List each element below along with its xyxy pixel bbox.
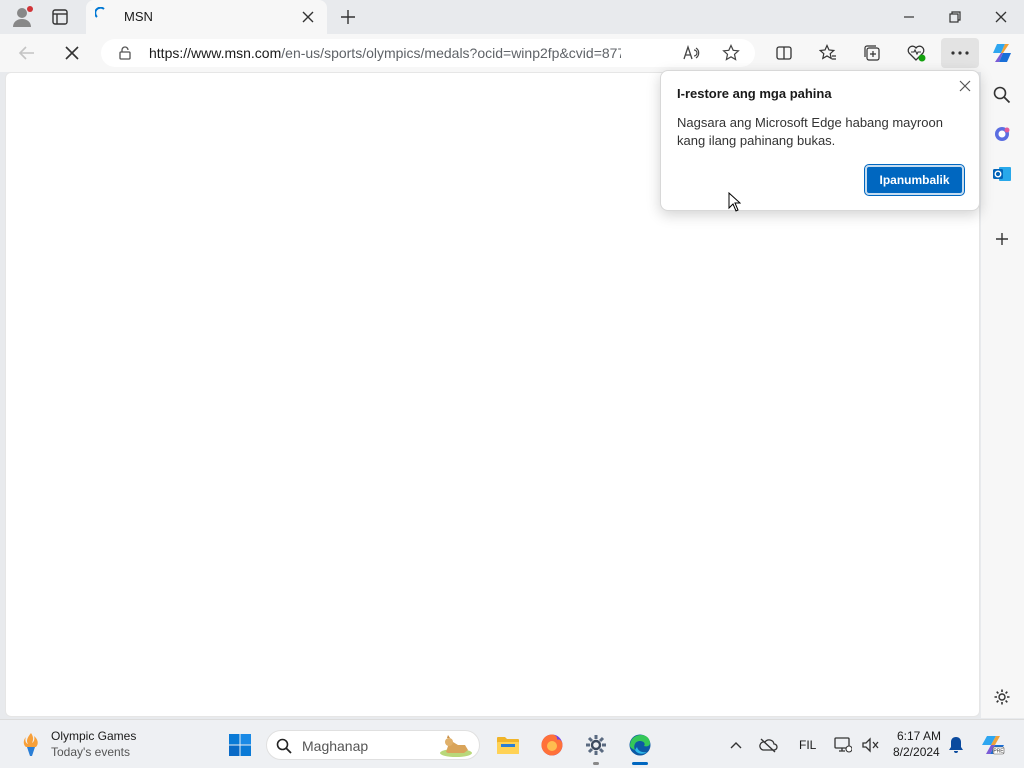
dialog-title: I-restore ang mga pahina: [677, 86, 832, 101]
widget-title: Olympic Games: [51, 729, 137, 743]
collections-icon[interactable]: [860, 41, 884, 65]
language-indicator[interactable]: FIL: [799, 738, 816, 752]
clock-date[interactable]: 8/2/2024: [893, 745, 940, 759]
firefox-icon[interactable]: [538, 731, 566, 759]
clock-time[interactable]: 6:17 AM: [897, 729, 941, 743]
tab-close-icon[interactable]: [300, 9, 316, 25]
sidebar-settings-icon[interactable]: [991, 686, 1013, 708]
url-text: https://www.msn.com/en-us/sports/olympic…: [149, 45, 621, 61]
dialog-message: Nagsara ang Microsoft Edge habang mayroo…: [677, 115, 943, 148]
volume-muted-icon[interactable]: [859, 734, 881, 756]
back-icon[interactable]: [14, 41, 40, 65]
tab-bar: MSN: [0, 0, 1024, 34]
favorites-icon[interactable]: [816, 41, 840, 65]
toolbar: https://www.msn.com/en-us/sports/olympic…: [0, 34, 1024, 72]
add-sidebar-app-icon[interactable]: [991, 228, 1013, 250]
notification-bell-icon[interactable]: [946, 734, 966, 756]
mouse-cursor-icon: [727, 191, 741, 213]
file-explorer-icon[interactable]: [494, 731, 522, 759]
start-icon[interactable]: [226, 731, 254, 759]
search-placeholder: Maghanap: [302, 738, 369, 754]
site-info-icon[interactable]: [117, 45, 133, 61]
taskbar-search-icon: [275, 737, 293, 755]
copilot-icon[interactable]: [988, 40, 1016, 66]
outlook-icon[interactable]: [991, 163, 1013, 185]
new-tab-icon[interactable]: [336, 5, 360, 29]
copilot-taskbar-icon[interactable]: PRE: [979, 732, 1007, 758]
close-window-icon[interactable]: [987, 5, 1015, 29]
url-path: /en-us/sports/olympics/medals?ocid=winp2…: [281, 45, 621, 61]
split-screen-icon[interactable]: [772, 41, 796, 65]
tab-actions-icon[interactable]: [48, 5, 72, 29]
edge-active-indicator: [632, 762, 648, 765]
more-options-icon[interactable]: [941, 38, 979, 68]
restore-icon[interactable]: [941, 5, 969, 29]
url-host: https://www.msn.com: [149, 45, 282, 61]
search-highlight-icon: [437, 733, 475, 759]
network-icon[interactable]: [832, 734, 854, 756]
address-bar[interactable]: https://www.msn.com/en-us/sports/olympic…: [101, 39, 755, 67]
favorite-star-icon[interactable]: [721, 43, 741, 63]
read-aloud-icon[interactable]: [681, 43, 701, 63]
tab-title: MSN: [124, 9, 153, 24]
weather-widget[interactable]: Olympic Games Today's events: [18, 726, 158, 762]
dialog-close-icon[interactable]: [955, 76, 975, 96]
restore-button[interactable]: Ipanumbalik: [864, 164, 965, 196]
stop-loading-icon[interactable]: [59, 41, 85, 65]
edge-icon[interactable]: [626, 731, 654, 759]
copilot-sidebar-icon[interactable]: [991, 123, 1013, 145]
svg-text:PRE: PRE: [993, 749, 1004, 755]
widget-subtitle: Today's events: [51, 745, 131, 759]
show-hidden-icons-chevron-icon[interactable]: [726, 735, 746, 755]
profile-icon[interactable]: [9, 5, 35, 29]
olympic-torch-icon: [18, 730, 44, 758]
settings-app-icon[interactable]: [582, 731, 610, 759]
settings-running-indicator: [593, 762, 599, 765]
edge-sidebar: [981, 72, 1024, 718]
tab-msn[interactable]: MSN: [86, 0, 327, 34]
browser-essentials-icon[interactable]: [904, 41, 928, 65]
tab-loading-icon: [94, 6, 108, 20]
taskbar: Olympic Games Today's events Maghanap FI…: [0, 719, 1024, 768]
taskbar-search[interactable]: Maghanap: [266, 730, 480, 760]
search-icon[interactable]: [991, 84, 1013, 106]
onedrive-icon[interactable]: [757, 734, 779, 756]
minimize-icon[interactable]: [895, 5, 923, 29]
restore-pages-dialog: I-restore ang mga pahina Nagsara ang Mic…: [660, 70, 980, 211]
